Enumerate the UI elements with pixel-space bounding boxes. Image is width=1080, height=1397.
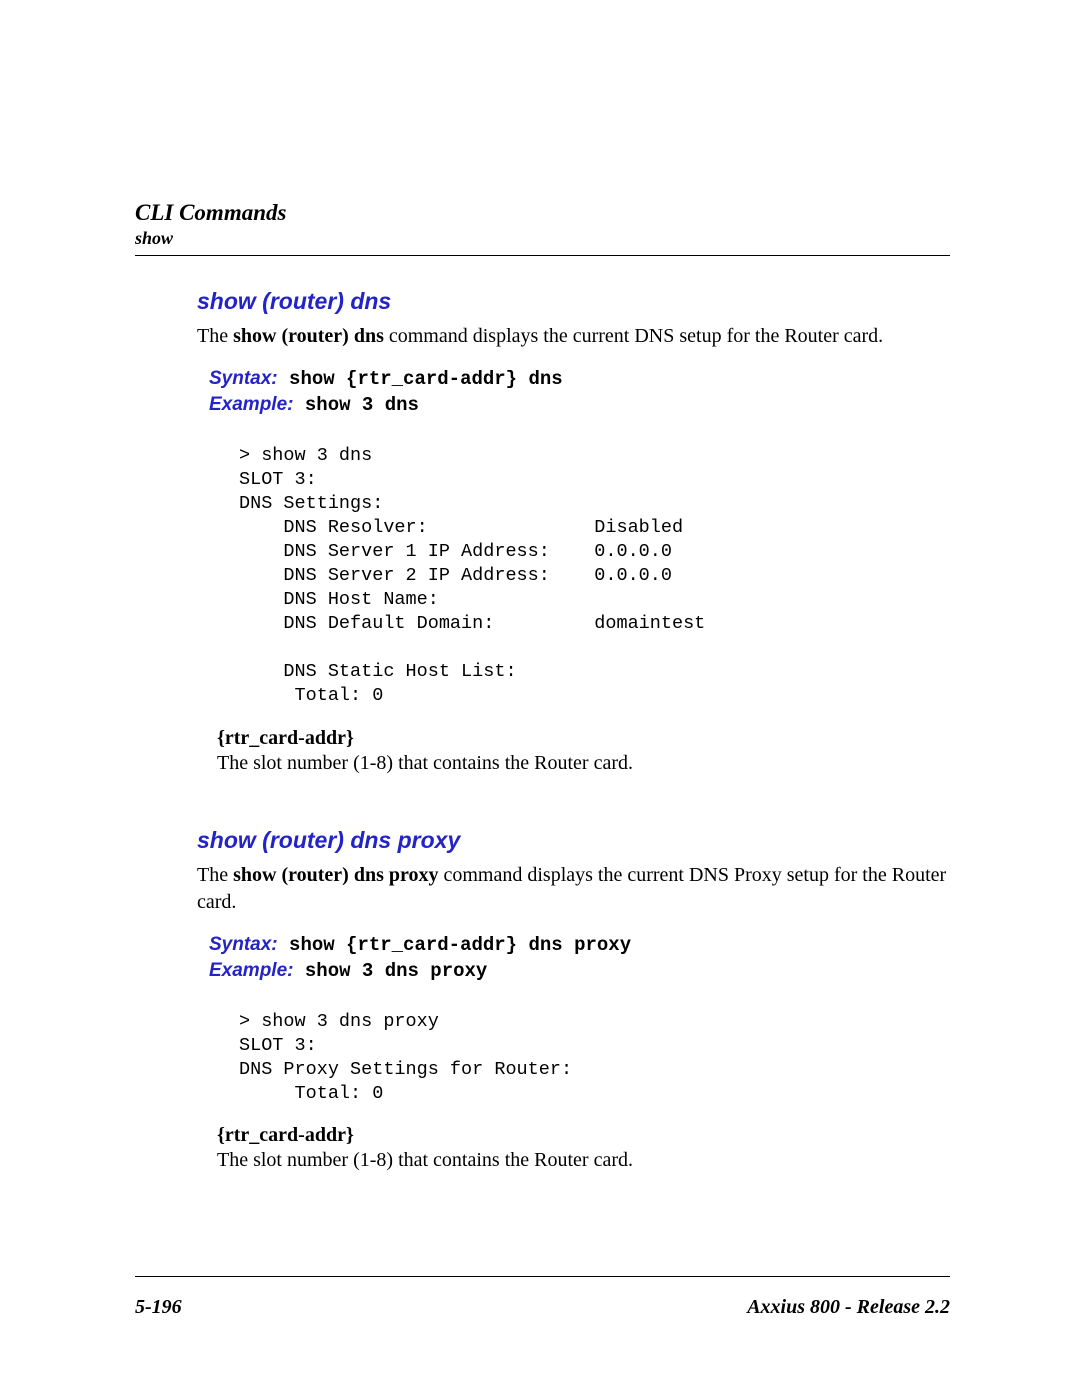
section-intro-dns: The show (router) dns command displays t… — [197, 323, 950, 350]
param-name-dns: {rtr_card-addr} — [217, 727, 950, 750]
syntax-line-dns: Syntax: show {rtr_card-addr} dns — [197, 368, 950, 390]
example-code: show 3 dns — [293, 394, 418, 416]
intro-text-pre: The — [197, 864, 233, 886]
intro-text-pre: The — [197, 325, 233, 347]
example-line-dns-proxy: Example: show 3 dns proxy — [197, 960, 950, 982]
syntax-code: show {rtr_card-addr} dns proxy — [278, 934, 631, 956]
cli-output-dns: > show 3 dns SLOT 3: DNS Settings: DNS R… — [197, 444, 950, 709]
example-code: show 3 dns proxy — [293, 960, 487, 982]
section-gap — [197, 775, 950, 827]
header-title: CLI Commands — [135, 200, 950, 226]
footer-product: Axxius 800 - Release 2.2 — [747, 1296, 950, 1319]
footer-rule — [135, 1276, 950, 1277]
section-heading-dns: show (router) dns — [197, 288, 950, 315]
content-area: show (router) dns The show (router) dns … — [197, 256, 950, 1172]
footer-page-number: 5-196 — [135, 1296, 182, 1319]
param-desc-dns: The slot number (1-8) that contains the … — [217, 752, 950, 775]
syntax-label: Syntax: — [209, 368, 278, 389]
syntax-code: show {rtr_card-addr} dns — [278, 368, 563, 390]
snippet-block-dns: > show 3 dns SLOT 3: DNS Settings: DNS R… — [197, 444, 950, 709]
param-desc-dns-proxy: The slot number (1-8) that contains the … — [217, 1149, 950, 1172]
page: CLI Commands show show (router) dns The … — [0, 0, 1080, 1397]
example-label: Example: — [209, 960, 293, 981]
section-intro-dns-proxy: The show (router) dns proxy command disp… — [197, 862, 950, 916]
running-head-block: CLI Commands show — [135, 200, 950, 256]
intro-command: show (router) dns — [233, 325, 384, 347]
cli-output-dns-proxy: > show 3 dns proxy SLOT 3: DNS Proxy Set… — [197, 1010, 950, 1106]
snippet-block-dns-proxy: > show 3 dns proxy SLOT 3: DNS Proxy Set… — [197, 1010, 950, 1106]
header-subtitle: show — [135, 228, 950, 249]
syntax-line-dns-proxy: Syntax: show {rtr_card-addr} dns proxy — [197, 934, 950, 956]
intro-command: show (router) dns proxy — [233, 864, 438, 886]
section-heading-dns-proxy: show (router) dns proxy — [197, 827, 950, 854]
footer: 5-196 Axxius 800 - Release 2.2 — [135, 1296, 950, 1319]
intro-text-post: command displays the current DNS setup f… — [384, 325, 883, 347]
example-line-dns: Example: show 3 dns — [197, 394, 950, 416]
syntax-label: Syntax: — [209, 934, 278, 955]
param-name-dns-proxy: {rtr_card-addr} — [217, 1124, 950, 1147]
example-label: Example: — [209, 394, 293, 415]
